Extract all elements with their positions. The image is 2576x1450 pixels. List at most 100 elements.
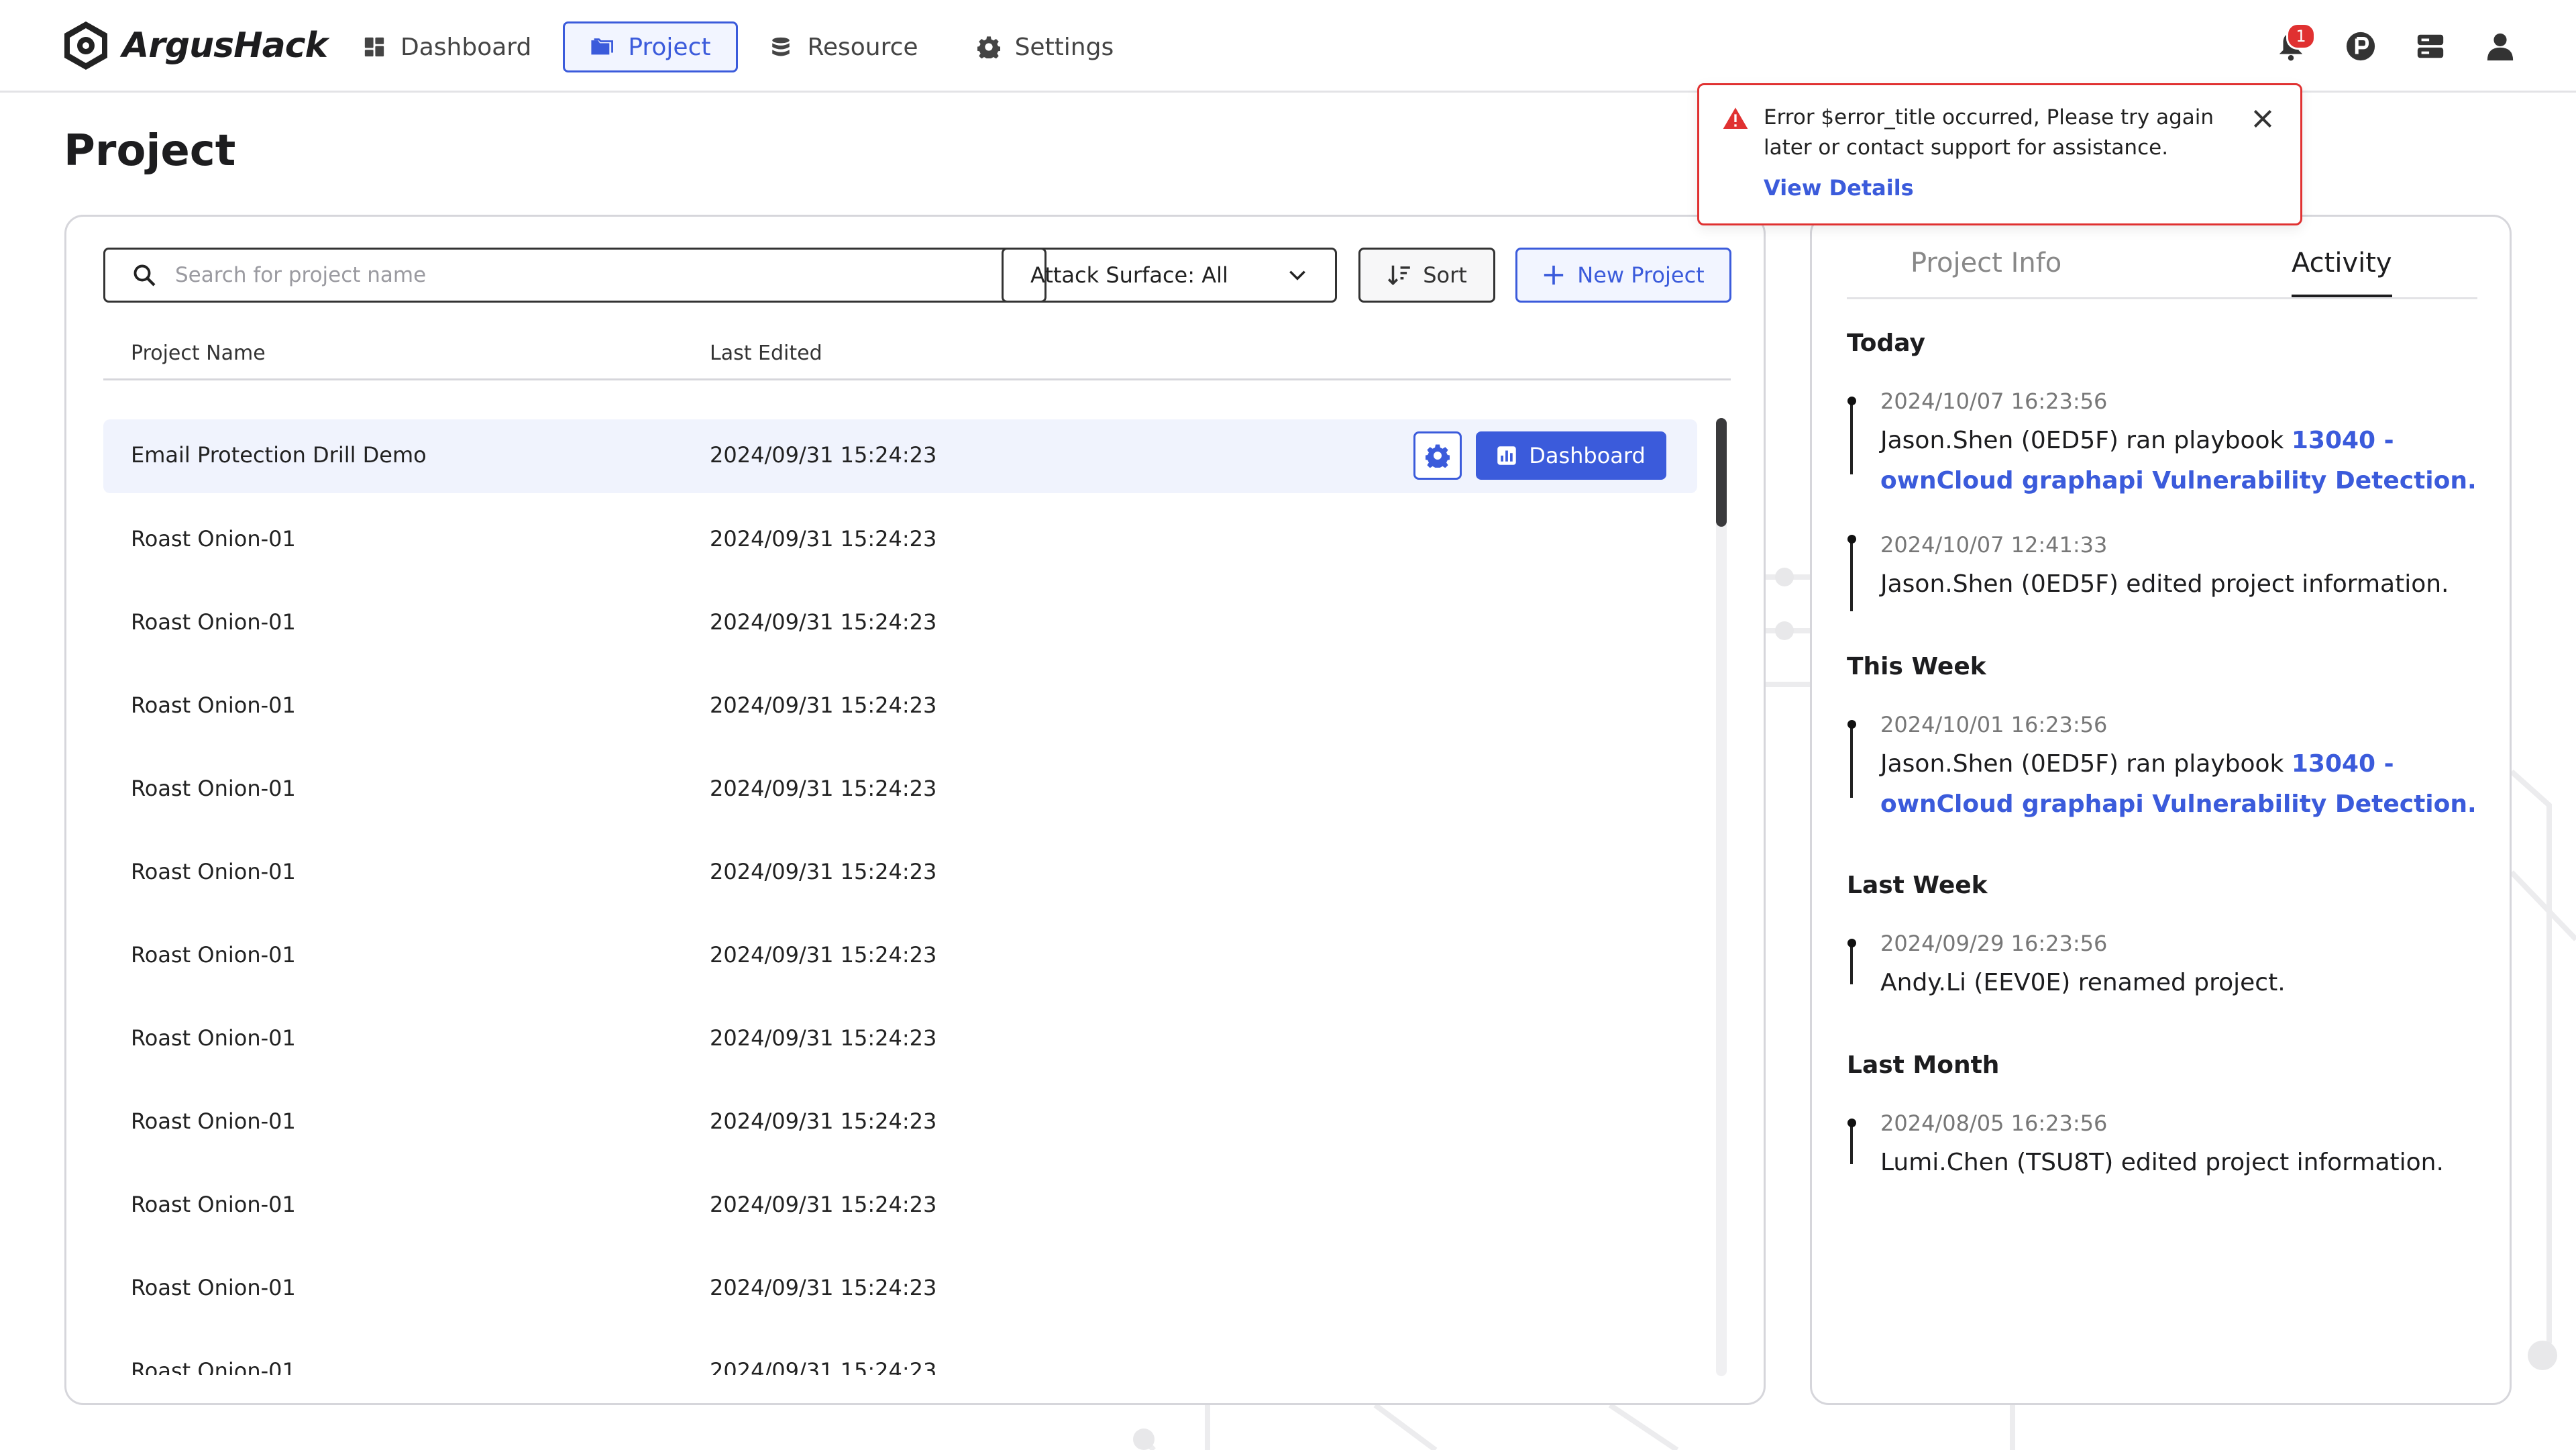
app-logo[interactable]: ArgusHack [62, 20, 328, 71]
search-box[interactable] [103, 248, 1046, 303]
timeline-line [1850, 539, 1853, 611]
folder-icon [591, 38, 614, 55]
attack-surface-filter[interactable]: Attack Surface: All [1002, 248, 1337, 303]
new-project-button[interactable]: New Project [1515, 248, 1731, 303]
project-list-panel: Attack Surface: All Sort New Project Pro… [64, 215, 1766, 1405]
search-input[interactable] [174, 262, 981, 288]
app-name: ArgusHack [122, 25, 328, 66]
last-edited: 2024/09/31 15:24:23 [710, 942, 937, 968]
close-icon[interactable] [2249, 105, 2276, 132]
user-icon [2487, 33, 2514, 61]
table-row[interactable]: Roast Onion-01 2024/09/31 15:24:23 [103, 836, 1697, 910]
last-edited: 2024/09/31 15:24:23 [710, 1275, 937, 1300]
activity-time: 2024/10/01 16:23:56 [1880, 712, 2108, 737]
project-name: Roast Onion-01 [131, 526, 296, 552]
project-name: Roast Onion-01 [131, 1358, 296, 1375]
table-row[interactable]: Roast Onion-01 2024/09/31 15:24:23 [103, 670, 1697, 743]
activity-text: Jason.Shen (0ED5F) ran playbook 13040 - … [1880, 744, 2477, 825]
project-name: Roast Onion-01 [131, 1025, 296, 1051]
timeline-line [1850, 1123, 1853, 1164]
activity-time: 2024/08/05 16:23:56 [1880, 1110, 2108, 1136]
open-dashboard-button[interactable]: Dashboard [1476, 431, 1666, 480]
column-header-last-edited: Last Edited [710, 342, 822, 365]
sort-button[interactable]: Sort [1358, 248, 1495, 303]
column-header-project-name: Project Name [131, 342, 266, 365]
nav-project-label: Project [628, 33, 711, 61]
search-icon [133, 264, 156, 287]
activity-time: 2024/10/07 12:41:33 [1880, 532, 2108, 558]
activity-entry: 2024/10/07 12:41:33 Jason.Shen (0ED5F) e… [1880, 532, 2477, 605]
last-edited: 2024/09/31 15:24:23 [710, 1358, 937, 1375]
activity-description: Jason.Shen (0ED5F) ran playbook [1880, 750, 2292, 778]
timeline-dot [1847, 939, 1856, 947]
table-row[interactable]: Roast Onion-01 2024/09/31 15:24:23 [103, 1086, 1697, 1159]
activity-entry: 2024/10/01 16:23:56 Jason.Shen (0ED5F) r… [1880, 712, 2477, 825]
timeline-dot [1847, 397, 1856, 405]
user-menu-button[interactable] [2478, 24, 2522, 68]
nav-settings-label: Settings [1014, 33, 1114, 61]
table-row[interactable]: Roast Onion-01 2024/09/31 15:24:23 [103, 1169, 1697, 1243]
last-edited: 2024/09/31 15:24:23 [710, 1108, 937, 1134]
last-edited: 2024/09/31 15:24:23 [710, 1192, 937, 1217]
main-nav: Dashboard Project Resource Settings [335, 21, 1145, 72]
last-edited: 2024/09/31 15:24:23 [710, 776, 937, 801]
last-edited: 2024/09/31 15:24:23 [710, 692, 937, 718]
nav-dashboard-label: Dashboard [400, 33, 532, 61]
table-scrollbar-thumb[interactable] [1716, 418, 1727, 527]
notification-count-badge: 1 [2286, 23, 2316, 50]
table-row[interactable]: Roast Onion-01 2024/09/31 15:24:23 [103, 919, 1697, 993]
project-table-body: Email Protection Drill Demo 2024/09/31 1… [103, 419, 1697, 1375]
activity-time: 2024/10/07 16:23:56 [1880, 389, 2108, 414]
p-coin-icon [2346, 32, 2375, 61]
error-toast: Error $error_title occurred, Please try … [1697, 83, 2302, 225]
database-icon [772, 37, 790, 56]
chevron-down-icon [1289, 270, 1305, 280]
table-row[interactable]: Roast Onion-01 2024/09/31 15:24:23 [103, 586, 1697, 660]
server-icon [2417, 34, 2444, 58]
activity-entry: 2024/08/05 16:23:56 Lumi.Chen (TSU8T) ed… [1880, 1110, 2477, 1183]
dashboard-icon [364, 37, 384, 57]
activity-section-title: Today [1847, 329, 1925, 357]
table-row[interactable]: Roast Onion-01 2024/09/31 15:24:23 [103, 753, 1697, 827]
top-navigation-bar: ArgusHack Dashboard Project Resource Set… [0, 0, 2576, 93]
nav-settings[interactable]: Settings [950, 21, 1142, 72]
argushack-logo-icon [64, 21, 107, 70]
error-message: Error $error_title occurred, Please try … [1764, 105, 2214, 160]
view-details-link[interactable]: View Details [1764, 175, 1914, 201]
project-settings-button[interactable] [1413, 431, 1462, 480]
activity-section-title: Last Month [1847, 1051, 2000, 1079]
new-project-button-label: New Project [1577, 262, 1705, 288]
project-name: Roast Onion-01 [131, 609, 296, 635]
timeline-dot [1847, 720, 1856, 729]
warning-triangle-icon [1723, 107, 1748, 129]
server-button[interactable] [2408, 24, 2453, 68]
gear-icon [1426, 444, 1450, 468]
table-row[interactable]: Roast Onion-01 2024/09/31 15:24:23 [103, 1252, 1697, 1326]
timeline-dot [1847, 535, 1856, 543]
timeline-line [1850, 724, 1853, 798]
table-row[interactable]: Roast Onion-01 2024/09/31 15:24:23 [103, 1335, 1697, 1375]
detail-tabs: Project Info Activity [1847, 244, 2477, 299]
last-edited: 2024/09/31 15:24:23 [710, 1025, 937, 1051]
notifications-button[interactable]: 1 [2269, 23, 2316, 68]
points-button[interactable] [2339, 24, 2383, 68]
sort-button-label: Sort [1423, 262, 1467, 288]
plus-icon [1544, 265, 1564, 285]
project-name: Roast Onion-01 [131, 1108, 296, 1134]
nav-resource[interactable]: Resource [742, 21, 945, 72]
table-row[interactable]: Email Protection Drill Demo 2024/09/31 1… [103, 419, 1697, 493]
nav-resource-label: Resource [807, 33, 918, 61]
activity-text: Jason.Shen (0ED5F) edited project inform… [1880, 570, 2449, 598]
dashboard-chart-icon [1497, 446, 1516, 465]
timeline-line [1850, 943, 1853, 984]
table-row[interactable]: Roast Onion-01 2024/09/31 15:24:23 [103, 1002, 1697, 1076]
activity-description: Jason.Shen (0ED5F) ran playbook [1880, 427, 2292, 454]
nav-dashboard[interactable]: Dashboard [335, 21, 559, 72]
tab-activity[interactable]: Activity [2292, 248, 2392, 297]
nav-project[interactable]: Project [563, 21, 739, 72]
table-row[interactable]: Roast Onion-01 2024/09/31 15:24:23 [103, 503, 1697, 577]
activity-entry: 2024/09/29 16:23:56 Andy.Li (EEV0E) rena… [1880, 931, 2477, 1003]
tab-project-info[interactable]: Project Info [1911, 248, 2061, 295]
table-scrollbar[interactable] [1716, 418, 1727, 1376]
activity-section-title: Last Week [1847, 872, 1988, 899]
